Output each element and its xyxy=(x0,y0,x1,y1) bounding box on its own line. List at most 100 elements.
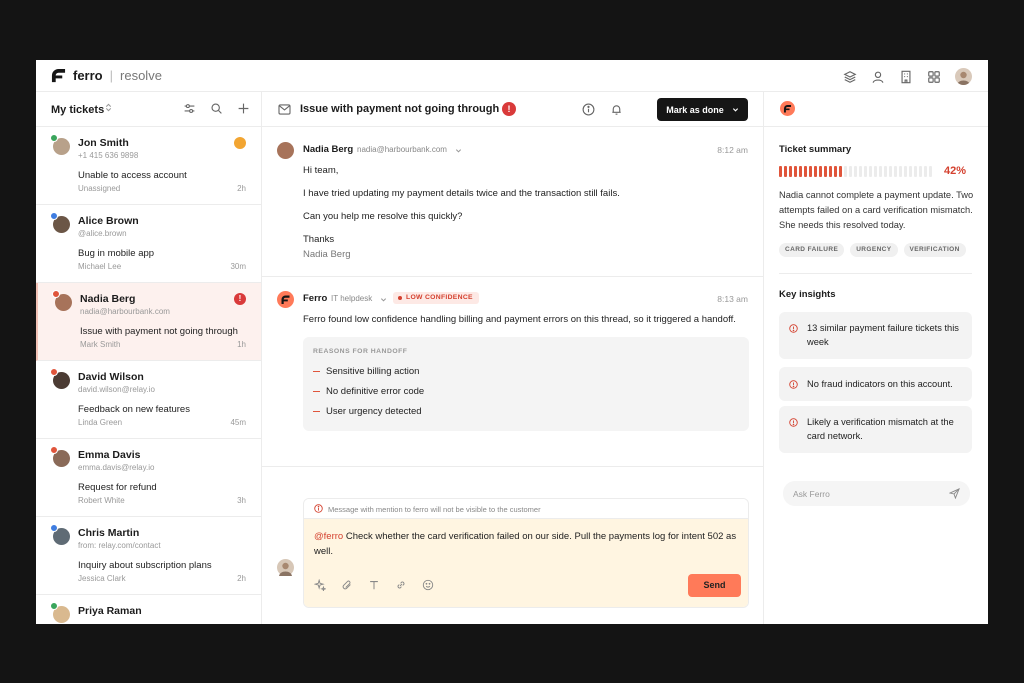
tag[interactable]: VERIFICATION xyxy=(903,243,966,257)
top-icons xyxy=(843,68,972,85)
ticket-subject: Bug in mobile app xyxy=(78,248,155,259)
tag[interactable]: URGENCY xyxy=(850,243,898,257)
handoff-reason: User urgency detected xyxy=(313,406,422,417)
reply-composer: Message with mention to ferro will not b… xyxy=(303,498,749,608)
text-format-icon[interactable] xyxy=(368,579,380,591)
brand-separator: | xyxy=(109,68,114,83)
ticket-contact-name: David Wilson xyxy=(78,371,144,383)
summary-panel: Ticket summary 42% Nadia cannot complete… xyxy=(764,92,988,624)
customer-avatar xyxy=(277,142,294,159)
ticket-item[interactable]: Jon Smith +1 415 636 9898 Unable to access… xyxy=(36,127,261,205)
progress-segment xyxy=(889,166,892,177)
progress-segment xyxy=(804,166,807,177)
info-icon[interactable] xyxy=(582,103,595,116)
ask-ferro-input[interactable]: Ask Ferro xyxy=(783,481,970,506)
channel-icon xyxy=(50,212,58,220)
progress-segment xyxy=(784,166,787,177)
handoff-reason-text: Sensitive billing action xyxy=(326,366,420,377)
ticket-time: 30m xyxy=(230,262,246,271)
mention-tag: @ferro xyxy=(314,531,344,542)
summary-text: Nadia cannot complete a payment update. … xyxy=(779,190,974,230)
sort-icon[interactable] xyxy=(104,103,113,112)
ticket-item[interactable]: Alice Brown @alice.brown Bug in mobile app… xyxy=(36,205,261,283)
ticket-item[interactable]: Nadia Berg nadia@harbourbank.com Issue wit… xyxy=(36,283,261,361)
composer-input[interactable]: @ferro Check whether the card verificati… xyxy=(314,529,744,559)
building-icon[interactable] xyxy=(899,70,913,84)
message-line: Hi team, xyxy=(303,165,339,176)
confidence-badge: LOW CONFIDENCE xyxy=(393,292,479,304)
progress-segment xyxy=(834,166,837,177)
alert-circle-icon xyxy=(789,324,798,333)
progress-segment xyxy=(879,166,882,177)
filter-icon[interactable] xyxy=(183,102,196,115)
progress-segment xyxy=(814,166,817,177)
composer-body[interactable]: @ferro Check whether the card verificati… xyxy=(304,519,748,607)
progress-segment xyxy=(894,166,897,177)
insight-text: 13 similar payment failure tickets this … xyxy=(807,323,959,347)
brand[interactable]: ferro | resolve xyxy=(51,68,162,83)
ticket-assignee: Linda Green xyxy=(78,418,123,427)
dash-icon xyxy=(313,410,320,413)
channel-icon xyxy=(50,446,58,454)
thread-panel: Issue with payment not going through ! M… xyxy=(262,92,764,624)
user-avatar[interactable] xyxy=(955,68,972,85)
chevron-down-icon[interactable] xyxy=(380,296,387,303)
brand-name: ferro xyxy=(73,68,103,83)
composer-note-text: Message with mention to ferro will not b… xyxy=(328,505,541,514)
ticket-time: 2h xyxy=(237,184,246,193)
chevron-down-icon[interactable] xyxy=(455,147,462,154)
search-icon[interactable] xyxy=(210,102,223,115)
ticket-list-title[interactable]: My tickets xyxy=(51,104,104,116)
mark-as-done-button[interactable]: Mark as done xyxy=(657,98,748,121)
message-time: 8:13 am xyxy=(717,294,748,304)
flag-icon xyxy=(234,137,246,149)
progress-segment xyxy=(839,166,842,177)
ticket-item[interactable]: Chris Martin from: relay.com/contact Inqui… xyxy=(36,517,261,595)
ticket-contact-name: Priya Raman xyxy=(78,605,142,617)
ticket-subject: Feedback on new features xyxy=(78,404,190,415)
progress-segment xyxy=(794,166,797,177)
tag[interactable]: CARD FAILURE xyxy=(779,243,845,257)
ticket-contact-detail: emma.davis@relay.io xyxy=(78,463,155,472)
message-time: 8:12 am xyxy=(717,145,748,155)
summary-tags: CARD FAILURE URGENCY VERIFICATION xyxy=(779,243,966,257)
emoji-icon[interactable] xyxy=(422,579,434,591)
dash-icon xyxy=(313,370,320,373)
user-icon[interactable] xyxy=(871,70,885,84)
ticket-item[interactable]: Emma Davis emma.davis@relay.io Request for… xyxy=(36,439,261,517)
attachment-icon[interactable] xyxy=(341,579,353,591)
ticket-assignee: Robert White xyxy=(78,496,125,505)
ticket-item[interactable]: David Wilson david.wilson@relay.io Feedbac… xyxy=(36,361,261,439)
ticket-subject: Issue with payment not going through xyxy=(80,326,238,337)
bell-icon[interactable] xyxy=(610,103,623,116)
ticket-contact-name: Emma Davis xyxy=(78,449,141,461)
progress-segment xyxy=(884,166,887,177)
message-author: Nadia Berg xyxy=(303,144,354,155)
ticket-item[interactable]: Priya Raman xyxy=(36,595,261,624)
send-icon[interactable] xyxy=(949,488,960,499)
ticket-subject: Unable to access account xyxy=(78,170,187,181)
progress-segment xyxy=(809,166,812,177)
handoff-reason: No definitive error code xyxy=(313,386,424,397)
apps-grid-icon[interactable] xyxy=(927,70,941,84)
layers-icon[interactable] xyxy=(843,70,857,84)
insights-title: Key insights xyxy=(779,289,836,300)
channel-icon xyxy=(50,524,58,532)
progress-segment xyxy=(779,166,782,177)
message-team: IT helpdesk xyxy=(331,294,373,303)
ask-ferro-placeholder: Ask Ferro xyxy=(793,489,830,499)
alert-badge: ! xyxy=(234,293,246,305)
send-button[interactable]: Send xyxy=(688,574,741,597)
add-icon[interactable] xyxy=(237,102,250,115)
insight-card: 13 similar payment failure tickets this … xyxy=(779,312,972,359)
sparkle-icon[interactable] xyxy=(314,579,326,591)
ticket-list-header: My tickets xyxy=(36,92,261,127)
product-name: resolve xyxy=(120,68,162,83)
ticket-contact-name: Nadia Berg xyxy=(80,293,136,305)
alert-circle-icon xyxy=(789,380,798,389)
ticket-list-panel: My tickets Jon Smith +1 415 636 9898 Unabl… xyxy=(36,92,262,624)
channel-icon xyxy=(52,290,60,298)
progress-segment xyxy=(844,166,847,177)
thread-header: Issue with payment not going through ! M… xyxy=(262,92,764,127)
link-icon[interactable] xyxy=(395,579,407,591)
